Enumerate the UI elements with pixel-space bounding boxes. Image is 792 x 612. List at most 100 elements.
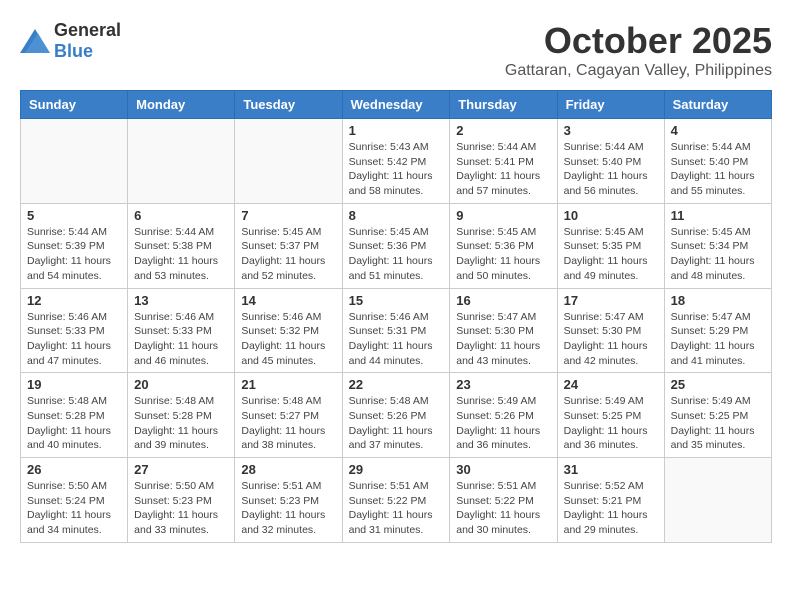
day-number: 31 (564, 462, 658, 477)
week-row-4: 26 Sunrise: 5:50 AM Sunset: 5:24 PM Dayli… (21, 458, 772, 543)
logo-general: General (54, 20, 121, 40)
calendar-cell-2-0: 12 Sunrise: 5:46 AM Sunset: 5:33 PM Dayli… (21, 288, 128, 373)
calendar-cell-3-0: 19Sunrise: 5:48 AM Sunset: 5:28 PM Dayli… (21, 373, 128, 458)
calendar-cell-0-3: 1Sunrise: 5:43 AM Sunset: 5:42 PM Daylig… (342, 119, 450, 204)
day-number: 30 (456, 462, 550, 477)
calendar-cell-2-6: 18 Sunrise: 5:47 AM Sunset: 5:29 PM Dayli… (664, 288, 771, 373)
day-number: 27 (134, 462, 228, 477)
day-info: Sunrise: 5:51 AM Sunset: 5:22 PM Dayligh… (456, 479, 550, 538)
logo: General Blue (20, 20, 121, 62)
location-title: Gattaran, Cagayan Valley, Philippines (505, 62, 772, 80)
day-info: Sunrise: 5:44 AM Sunset: 5:40 PM Dayligh… (671, 140, 765, 199)
col-thursday: Thursday (450, 91, 557, 119)
day-info: Sunrise: 5:47 AM Sunset: 5:30 PM Dayligh… (564, 310, 658, 369)
day-info: Sunrise: 5:45 AM Sunset: 5:37 PM Dayligh… (241, 225, 335, 284)
day-info: Sunrise: 5:47 AM Sunset: 5:30 PM Dayligh… (456, 310, 550, 369)
day-info: Sunrise: 5:48 AM Sunset: 5:28 PM Dayligh… (27, 394, 121, 453)
col-friday: Friday (557, 91, 664, 119)
day-number: 25 (671, 377, 765, 392)
day-number: 8 (349, 208, 444, 223)
day-info: Sunrise: 5:47 AM Sunset: 5:29 PM Dayligh… (671, 310, 765, 369)
day-info: Sunrise: 5:45 AM Sunset: 5:35 PM Dayligh… (564, 225, 658, 284)
calendar-cell-0-5: 3Sunrise: 5:44 AM Sunset: 5:40 PM Daylig… (557, 119, 664, 204)
calendar-cell-1-0: 5 Sunrise: 5:44 AM Sunset: 5:39 PM Daylig… (21, 203, 128, 288)
col-saturday: Saturday (664, 91, 771, 119)
calendar-cell-4-0: 26 Sunrise: 5:50 AM Sunset: 5:24 PM Dayli… (21, 458, 128, 543)
day-info: Sunrise: 5:44 AM Sunset: 5:39 PM Dayligh… (27, 225, 121, 284)
header: General Blue October 2025 Gattaran, Caga… (20, 20, 772, 80)
day-number: 14 (241, 293, 335, 308)
calendar-cell-2-3: 15 Sunrise: 5:46 AM Sunset: 5:31 PM Dayli… (342, 288, 450, 373)
calendar-cell-4-4: 30 Sunrise: 5:51 AM Sunset: 5:22 PM Dayli… (450, 458, 557, 543)
logo-icon (20, 29, 50, 53)
day-number: 5 (27, 208, 121, 223)
week-row-1: 5 Sunrise: 5:44 AM Sunset: 5:39 PM Daylig… (21, 203, 772, 288)
week-row-3: 19Sunrise: 5:48 AM Sunset: 5:28 PM Dayli… (21, 373, 772, 458)
logo-text: General Blue (54, 20, 121, 62)
calendar-cell-0-1 (128, 119, 235, 204)
day-number: 28 (241, 462, 335, 477)
day-number: 15 (349, 293, 444, 308)
calendar-cell-1-6: 11Sunrise: 5:45 AM Sunset: 5:34 PM Dayli… (664, 203, 771, 288)
calendar-cell-3-5: 24Sunrise: 5:49 AM Sunset: 5:25 PM Dayli… (557, 373, 664, 458)
week-row-0: 1Sunrise: 5:43 AM Sunset: 5:42 PM Daylig… (21, 119, 772, 204)
day-number: 21 (241, 377, 335, 392)
day-number: 24 (564, 377, 658, 392)
day-number: 29 (349, 462, 444, 477)
day-number: 17 (564, 293, 658, 308)
calendar-cell-0-2 (235, 119, 342, 204)
day-info: Sunrise: 5:46 AM Sunset: 5:33 PM Dayligh… (27, 310, 121, 369)
day-info: Sunrise: 5:49 AM Sunset: 5:26 PM Dayligh… (456, 394, 550, 453)
week-row-2: 12 Sunrise: 5:46 AM Sunset: 5:33 PM Dayli… (21, 288, 772, 373)
day-info: Sunrise: 5:52 AM Sunset: 5:21 PM Dayligh… (564, 479, 658, 538)
header-row: Sunday Monday Tuesday Wednesday Thursday… (21, 91, 772, 119)
logo-blue: Blue (54, 41, 93, 61)
day-info: Sunrise: 5:48 AM Sunset: 5:28 PM Dayligh… (134, 394, 228, 453)
calendar-cell-1-1: 6Sunrise: 5:44 AM Sunset: 5:38 PM Daylig… (128, 203, 235, 288)
day-number: 12 (27, 293, 121, 308)
calendar-cell-3-2: 21Sunrise: 5:48 AM Sunset: 5:27 PM Dayli… (235, 373, 342, 458)
col-monday: Monday (128, 91, 235, 119)
day-info: Sunrise: 5:44 AM Sunset: 5:40 PM Dayligh… (564, 140, 658, 199)
day-info: Sunrise: 5:50 AM Sunset: 5:24 PM Dayligh… (27, 479, 121, 538)
calendar-cell-1-4: 9Sunrise: 5:45 AM Sunset: 5:36 PM Daylig… (450, 203, 557, 288)
calendar-cell-1-3: 8 Sunrise: 5:45 AM Sunset: 5:36 PM Daylig… (342, 203, 450, 288)
calendar-cell-4-3: 29 Sunrise: 5:51 AM Sunset: 5:22 PM Dayli… (342, 458, 450, 543)
day-number: 22 (349, 377, 444, 392)
day-info: Sunrise: 5:43 AM Sunset: 5:42 PM Dayligh… (349, 140, 444, 199)
day-info: Sunrise: 5:51 AM Sunset: 5:22 PM Dayligh… (349, 479, 444, 538)
day-info: Sunrise: 5:51 AM Sunset: 5:23 PM Dayligh… (241, 479, 335, 538)
calendar-cell-2-4: 16 Sunrise: 5:47 AM Sunset: 5:30 PM Dayli… (450, 288, 557, 373)
day-number: 4 (671, 123, 765, 138)
day-info: Sunrise: 5:48 AM Sunset: 5:26 PM Dayligh… (349, 394, 444, 453)
calendar-cell-4-1: 27 Sunrise: 5:50 AM Sunset: 5:23 PM Dayli… (128, 458, 235, 543)
day-info: Sunrise: 5:45 AM Sunset: 5:36 PM Dayligh… (349, 225, 444, 284)
col-sunday: Sunday (21, 91, 128, 119)
day-number: 26 (27, 462, 121, 477)
day-number: 18 (671, 293, 765, 308)
day-number: 10 (564, 208, 658, 223)
calendar-cell-3-3: 22 Sunrise: 5:48 AM Sunset: 5:26 PM Dayli… (342, 373, 450, 458)
day-number: 16 (456, 293, 550, 308)
day-number: 23 (456, 377, 550, 392)
day-info: Sunrise: 5:44 AM Sunset: 5:41 PM Dayligh… (456, 140, 550, 199)
calendar-cell-0-0 (21, 119, 128, 204)
calendar-cell-2-1: 13Sunrise: 5:46 AM Sunset: 5:33 PM Dayli… (128, 288, 235, 373)
calendar-cell-3-1: 20 Sunrise: 5:48 AM Sunset: 5:28 PM Dayli… (128, 373, 235, 458)
col-wednesday: Wednesday (342, 91, 450, 119)
calendar-cell-4-5: 31 Sunrise: 5:52 AM Sunset: 5:21 PM Dayli… (557, 458, 664, 543)
col-tuesday: Tuesday (235, 91, 342, 119)
day-number: 7 (241, 208, 335, 223)
day-number: 20 (134, 377, 228, 392)
day-number: 6 (134, 208, 228, 223)
day-info: Sunrise: 5:49 AM Sunset: 5:25 PM Dayligh… (671, 394, 765, 453)
day-info: Sunrise: 5:46 AM Sunset: 5:32 PM Dayligh… (241, 310, 335, 369)
day-number: 11 (671, 208, 765, 223)
calendar-cell-1-5: 10 Sunrise: 5:45 AM Sunset: 5:35 PM Dayli… (557, 203, 664, 288)
calendar-table: Sunday Monday Tuesday Wednesday Thursday… (20, 90, 772, 543)
title-section: October 2025 Gattaran, Cagayan Valley, P… (505, 20, 772, 80)
day-number: 2 (456, 123, 550, 138)
day-info: Sunrise: 5:50 AM Sunset: 5:23 PM Dayligh… (134, 479, 228, 538)
day-info: Sunrise: 5:46 AM Sunset: 5:31 PM Dayligh… (349, 310, 444, 369)
day-number: 13 (134, 293, 228, 308)
